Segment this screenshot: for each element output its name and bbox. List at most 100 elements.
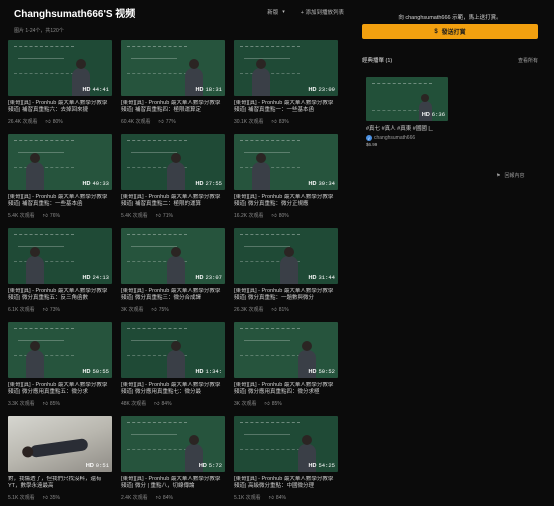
video-stats: 3K 次观看 👍︎ 75%: [121, 306, 225, 314]
video-card[interactable]: HD 54:25 [東哥][真] - Pronhub 最大華人數學分教學頻道| 高級…: [234, 416, 338, 506]
duration-badge: HD 6:36: [422, 111, 445, 118]
video-thumbnail[interactable]: HD 23:07: [121, 228, 225, 284]
video-thumbnail[interactable]: HD 54:25: [234, 416, 338, 472]
duration-badge: HD 18:31: [196, 86, 222, 93]
report-label: 回報內容: [504, 173, 525, 179]
video-thumbnail[interactable]: HD 31:44: [234, 228, 338, 284]
video-title[interactable]: [東哥][真] - Pronhub 最大華人數學分教學頻道| 微分真重點五：反三…: [8, 288, 112, 302]
send-tip-button[interactable]: $ 發送打賞: [362, 24, 538, 39]
verified-icon: ✓: [366, 135, 372, 141]
playlist-thumbnail[interactable]: HD 6:36: [366, 77, 448, 121]
video-title[interactable]: [東哥][真] - Pronhub 最大華人數學分教學頻道| 微分應用真重點四：…: [234, 382, 338, 396]
video-thumbnail[interactable]: HD 0:51: [8, 416, 112, 472]
view-count: 5.4K 次观看: [121, 213, 148, 219]
hd-icon: HD: [308, 275, 317, 281]
video-thumbnail[interactable]: HD 18:31: [121, 40, 225, 96]
video-title[interactable]: [東哥][真] - Pronhub 最大華人數學分教學頻道| 補習真重點四：極限…: [121, 100, 225, 114]
playlist-owner[interactable]: ✓ changhsumath666: [366, 135, 448, 141]
playlist-title[interactable]: #真七 #真人 #真東 #國國 |_: [366, 126, 448, 133]
page-header: Changhsumath666'S 视频 新版 ▾ + 添加到播放列表: [8, 0, 352, 24]
video-card[interactable]: HD 31:44 [東哥][真] - Pronhub 最大華人數學分教學頻道| 微分…: [234, 228, 338, 322]
like-rating: 👍︎ 73%: [43, 307, 60, 313]
like-rating: 👍︎ 76%: [43, 213, 60, 219]
chevron-down-icon: ▾: [282, 9, 285, 15]
like-rating: 👍︎ 83%: [271, 119, 288, 125]
video-title[interactable]: [東哥][真] - Pronhub 最大華人數學分教學頻道| 補習真重點：一些基…: [8, 194, 112, 208]
video-stats: 30.1K 次观看 👍︎ 83%: [234, 118, 338, 126]
like-percent: 35%: [49, 494, 60, 501]
playlist-card[interactable]: HD 6:36 #真七 #真人 #真東 #國國 |_ ✓ changhsumat…: [366, 77, 448, 147]
video-thumbnail[interactable]: HD 50:52: [234, 322, 338, 378]
video-thumbnail[interactable]: HD 44:41: [8, 40, 112, 96]
video-card[interactable]: HD 50:55 [東哥][真] - Pronhub 最大華人數學分教學頻道| 微分…: [8, 322, 112, 416]
video-title[interactable]: 對，我傷透了，但我們只找沒料，還有 YT，數學永遠最高: [8, 476, 112, 490]
video-title[interactable]: [東哥][真] - Pronhub 最大華人數學分教學頻道| 微分真重點：微分正…: [234, 194, 338, 208]
duration-badge: HD 0:51: [86, 462, 109, 469]
video-title[interactable]: [東哥][真] - Pronhub 最大華人數學分教學頻道| 高級微分重點：中國…: [234, 476, 338, 490]
chalk-line: [131, 152, 177, 153]
video-card[interactable]: HD 23:07 [東哥][真] - Pronhub 最大華人數學分教學頻道| 微分…: [121, 228, 225, 322]
video-thumbnail[interactable]: HD 1:34:: [121, 322, 225, 378]
hd-icon: HD: [195, 87, 204, 93]
hd-icon: HD: [421, 112, 430, 118]
video-title[interactable]: [東哥][真] - Pronhub 最大華人數學分教學頻道| 補習真重點二：極限…: [121, 194, 225, 208]
view-count: 30.1K 次观看: [234, 119, 264, 125]
like-rating: 👍︎ 84%: [269, 495, 286, 501]
video-card[interactable]: HD 0:51 對，我傷透了，但我們只找沒料，還有 YT，數學永遠最高 5.1K 次观…: [8, 416, 112, 506]
like-percent: 71%: [162, 212, 173, 219]
video-card[interactable]: HD 24:13 [東哥][真] - Pronhub 最大華人數學分教學頻道| 微分…: [8, 228, 112, 322]
hd-icon: HD: [198, 463, 207, 469]
duration-label: 24:13: [92, 274, 109, 281]
chalk-line: [244, 246, 290, 247]
video-title[interactable]: [東哥][真] - Pronhub 最大華人數學分教學頻道| 微分 | 重點八，…: [121, 476, 225, 490]
like-percent: 83%: [278, 118, 289, 125]
video-stats: 6.1K 次观看 👍︎ 73%: [8, 306, 112, 314]
chalk-writing: [127, 422, 187, 450]
video-thumbnail[interactable]: HD 5:72: [121, 416, 225, 472]
video-thumbnail[interactable]: HD 40:33: [8, 134, 112, 190]
video-card[interactable]: HD 39:34 [東哥][真] - Pronhub 最大華人數學分教學頻道| 微分…: [234, 134, 338, 228]
chalk-line: [244, 434, 290, 435]
like-rating: 👍︎ 77%: [158, 119, 175, 125]
video-thumbnail[interactable]: HD 39:34: [234, 134, 338, 190]
view-count: 26.3K 次观看: [234, 307, 264, 313]
like-percent: 80%: [278, 212, 289, 219]
video-card[interactable]: HD 27:55 [東哥][真] - Pronhub 最大華人數學分教學頻道| 補習…: [121, 134, 225, 228]
view-count: 48K 次观看: [121, 401, 147, 407]
add-to-playlist-button[interactable]: + 添加到播放列表: [301, 8, 344, 16]
chalk-line: [244, 58, 290, 59]
video-card[interactable]: HD 23:09 [東哥][真] - Pronhub 最大華人數學分教學頻道| 補習…: [234, 40, 338, 134]
video-title[interactable]: [東哥][真] - Pronhub 最大華人數學分教學頻道| 微分真重點：一題數…: [234, 288, 338, 302]
video-title[interactable]: [東哥][真] - Pronhub 最大華人數學分教學頻道| 微分應用真重點七：…: [121, 382, 225, 396]
video-title[interactable]: [東哥][真] - Pronhub 最大華人數學分教學頻道| 補習真重點一：一些…: [234, 100, 338, 114]
video-thumbnail[interactable]: HD 50:55: [8, 322, 112, 378]
video-card[interactable]: HD 44:41 [東哥][真] - Pronhub 最大華人數學分教學頻道| 補習…: [8, 40, 112, 134]
duration-badge: HD 40:33: [83, 180, 109, 187]
sort-dropdown[interactable]: 新版 ▾: [267, 8, 285, 16]
owner-name: changhsumath666: [374, 135, 416, 141]
thumbs-up-icon: 👍︎: [42, 494, 48, 501]
video-title[interactable]: [東哥][真] - Pronhub 最大華人數學分教學頻道| 微分真重點三：微分…: [121, 288, 225, 302]
video-title[interactable]: [東哥][真] - Pronhub 最大華人數學分教學頻道| 補習真重點六：去掉…: [8, 100, 112, 114]
video-title[interactable]: [東哥][真] - Pronhub 最大華人數學分教學頻道| 微分應用真重點五：…: [8, 382, 112, 396]
view-count: 16.2K 次观看: [234, 213, 264, 219]
chalk-writing: [240, 328, 300, 356]
video-card[interactable]: HD 18:31 [東哥][真] - Pronhub 最大華人數學分教學頻道| 補習…: [121, 40, 225, 134]
video-card[interactable]: HD 1:34: [東哥][真] - Pronhub 最大華人數學分教學頻道| 微分…: [121, 322, 225, 416]
teacher-figure: [26, 341, 44, 378]
video-thumbnail[interactable]: HD 23:09: [234, 40, 338, 96]
video-stats: 5.4K 次观看 👍︎ 71%: [121, 212, 225, 220]
video-thumbnail[interactable]: HD 27:55: [121, 134, 225, 190]
view-all-link[interactable]: 查看所有: [518, 57, 538, 64]
video-card[interactable]: HD 50:52 [東哥][真] - Pronhub 最大華人數學分教學頻道| 微分…: [234, 322, 338, 416]
like-percent: 73%: [49, 306, 60, 313]
video-thumbnail[interactable]: HD 24:13: [8, 228, 112, 284]
report-content-link[interactable]: ⚑ 回報內容: [496, 172, 538, 180]
duration-label: 18:31: [205, 86, 222, 93]
hd-icon: HD: [82, 369, 91, 375]
like-percent: 81%: [278, 306, 289, 313]
video-stats: 26.3K 次观看 👍︎ 81%: [234, 306, 338, 314]
video-card[interactable]: HD 40:33 [東哥][真] - Pronhub 最大華人數學分教學頻道| 補習…: [8, 134, 112, 228]
video-card[interactable]: HD 5:72 [東哥][真] - Pronhub 最大華人數學分教學頻道| 微分 …: [121, 416, 225, 506]
playlists-title: 經典播單 (1): [362, 58, 393, 64]
